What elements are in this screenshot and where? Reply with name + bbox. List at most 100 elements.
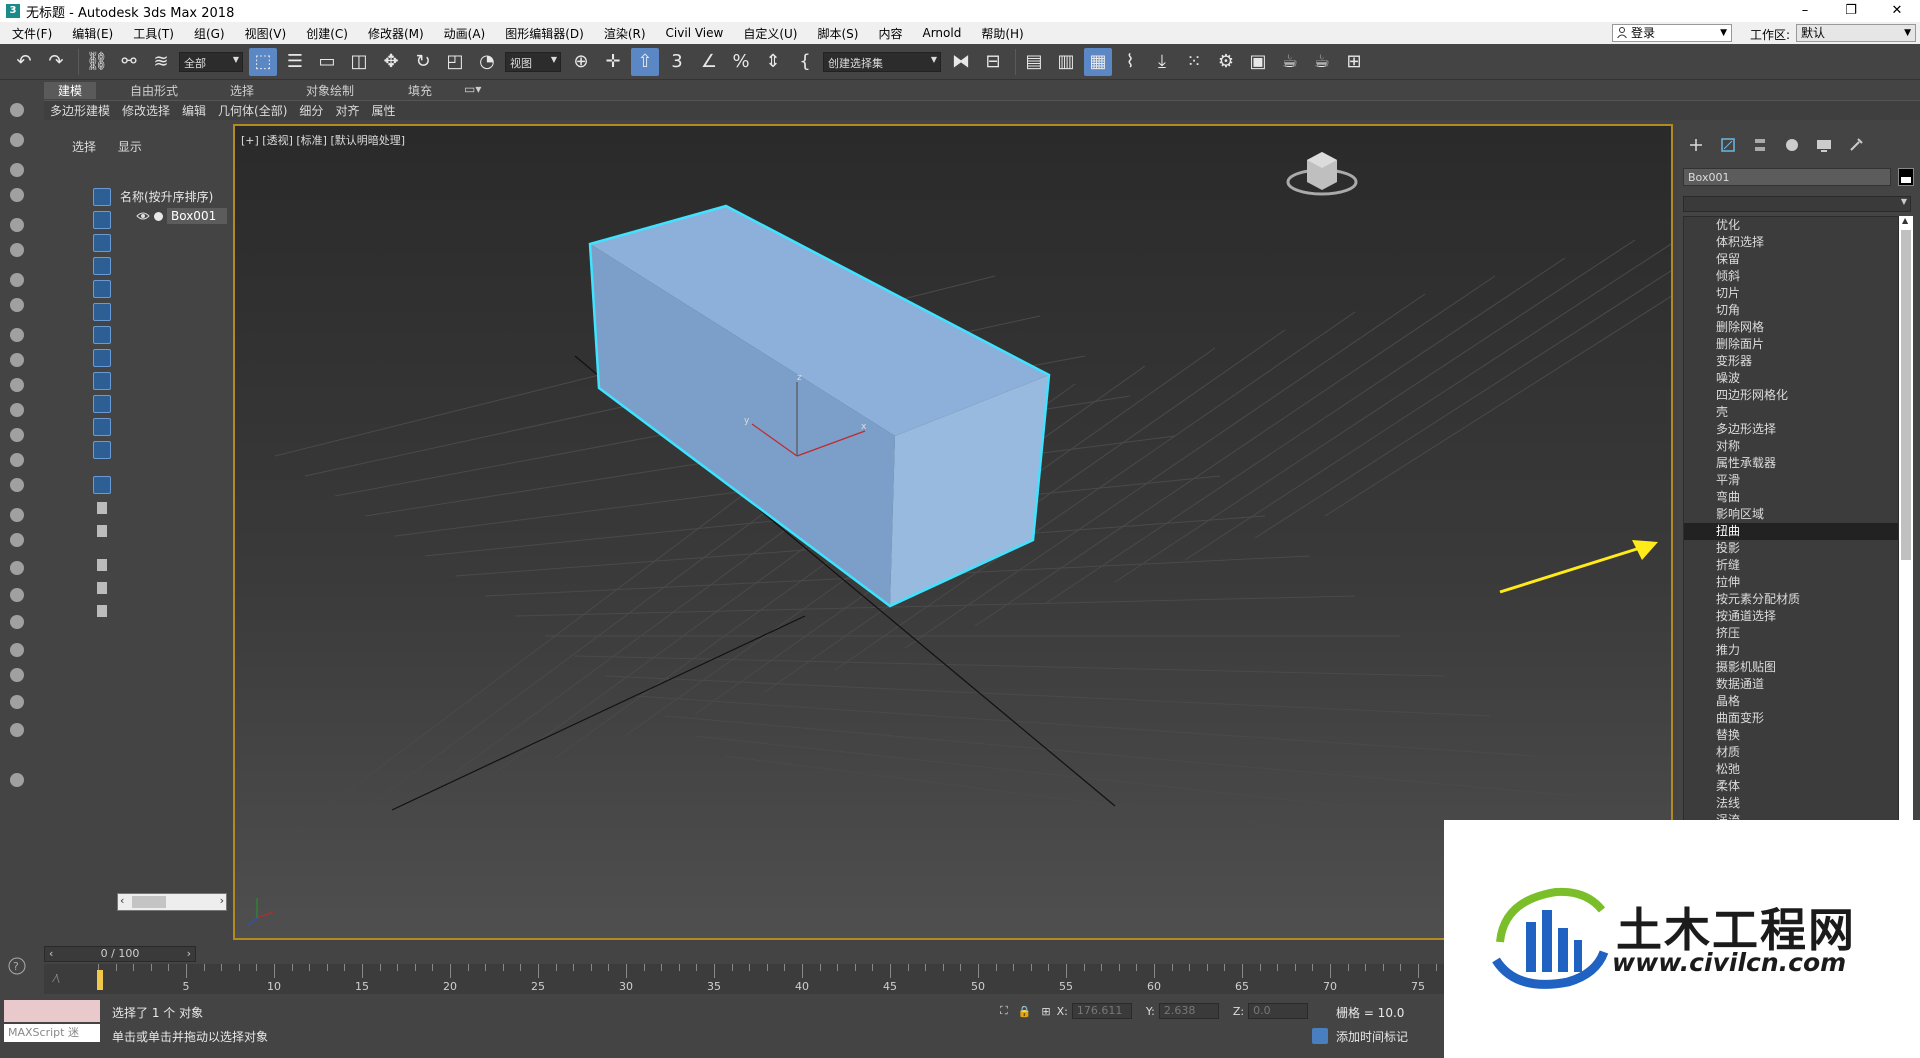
restore-button[interactable]: ❐ [1828, 0, 1874, 22]
undo-icon[interactable]: ↶ [10, 48, 38, 76]
figure-icon[interactable] [7, 558, 27, 578]
workspace-dropdown[interactable]: 默认 ▼ [1796, 24, 1916, 42]
modifier-list-dropdown[interactable]: ▼ [1683, 196, 1911, 212]
cylinder-icon[interactable] [7, 375, 27, 395]
login-dropdown[interactable]: 登录 ▼ [1612, 24, 1732, 42]
material-icon[interactable] [7, 720, 27, 740]
viewcube-icon[interactable] [1286, 152, 1358, 196]
tab-select[interactable]: 选择 [72, 140, 96, 154]
x-coordinate-field[interactable]: 176.611 [1071, 1003, 1132, 1019]
mirror-icon[interactable]: ⧓ [947, 48, 975, 76]
hidden-filter-icon[interactable] [93, 476, 111, 494]
modifier-list-item[interactable]: 四边形网格化 [1684, 387, 1898, 404]
modifier-list-item[interactable]: 数据通道 [1684, 676, 1898, 693]
object-name-box001[interactable]: Box001 [167, 208, 227, 224]
display-all-icon[interactable] [93, 188, 111, 206]
modifier-list-item[interactable]: 投影 [1684, 540, 1898, 557]
hierarchy-tab-icon[interactable] [1747, 134, 1773, 156]
render-production-icon[interactable]: ☕ [1276, 48, 1304, 76]
z-coordinate-field[interactable]: 0.0 [1248, 1003, 1309, 1019]
help-icon[interactable]: ? [7, 956, 27, 976]
time-tag-icon[interactable] [1312, 1028, 1328, 1044]
absolute-mode-icon[interactable]: ⊞ [1041, 1005, 1050, 1018]
modifier-list-item[interactable]: 推力 [1684, 642, 1898, 659]
render-iterative-icon[interactable]: ☕ [1308, 48, 1336, 76]
minimize-button[interactable]: – [1782, 0, 1828, 22]
scene-explorer-scrollbar[interactable]: ‹ › [117, 893, 227, 911]
scroll-up-icon[interactable]: ▲ [1902, 216, 1908, 225]
select-none-icon[interactable] [93, 522, 111, 540]
selection-filter-dropdown[interactable]: 全部 ▼ [179, 51, 243, 72]
modifier-list-item[interactable]: 倾斜 [1684, 268, 1898, 285]
place-icon[interactable]: ◔ [473, 48, 501, 76]
menu-item[interactable]: 创建(C) [296, 25, 358, 42]
modifier-list-item[interactable]: 弯曲 [1684, 489, 1898, 506]
select-object-icon[interactable]: ⬚ [249, 47, 277, 76]
modifier-list-item[interactable]: 体积选择 [1684, 234, 1898, 251]
time-slider-prev-icon[interactable]: ‹ [49, 947, 53, 961]
current-frame-marker[interactable] [97, 970, 103, 990]
utilities-tab-icon[interactable] [1843, 134, 1869, 156]
ribbon-options-icon[interactable]: ▭▾ [464, 82, 481, 96]
snap-toggle-icon[interactable]: 3 [663, 48, 691, 76]
torus-icon[interactable] [7, 400, 27, 420]
menu-item[interactable]: 渲染(R) [594, 25, 656, 42]
box001-mesh[interactable] [588, 204, 1051, 608]
modifier-list-item[interactable]: 折缝 [1684, 557, 1898, 574]
modifier-list-item[interactable]: 切角 [1684, 302, 1898, 319]
scroll-right-icon[interactable]: › [220, 894, 224, 907]
modifier-list-item[interactable]: 切片 [1684, 285, 1898, 302]
scale-icon[interactable]: ◰ [441, 48, 469, 76]
modifier-list-item[interactable]: 保留 [1684, 251, 1898, 268]
align-icon[interactable]: ⊟ [979, 48, 1007, 76]
window-crossing-icon[interactable]: ◫ [345, 48, 373, 76]
cloth-icon[interactable] [7, 665, 27, 685]
bone-filter-icon[interactable] [93, 395, 111, 413]
light-filter-icon[interactable] [93, 257, 111, 275]
sun-icon[interactable] [7, 450, 27, 470]
xref-filter-icon[interactable] [93, 372, 111, 390]
spacewarp-filter-icon[interactable] [93, 326, 111, 344]
perspective-viewport[interactable]: [+] [透视] [标准] [默认明暗处理] z y x [233, 124, 1673, 940]
group-filter-icon[interactable] [93, 349, 111, 367]
modifier-list-item[interactable]: 壳 [1684, 404, 1898, 421]
scene-object-row[interactable]: Box001 [120, 207, 228, 225]
object-name-field[interactable]: Box001 [1683, 168, 1891, 186]
named-selection-dropdown[interactable]: 创建选择集 ▼ [823, 51, 941, 72]
modifier-list-item[interactable]: 优化 [1684, 217, 1898, 234]
schematic-view-icon[interactable]: ⤓ [1148, 48, 1176, 76]
rendered-frame-window-icon[interactable]: ▣ [1244, 48, 1272, 76]
maxscript-listener[interactable] [4, 1000, 100, 1022]
angle-snap-icon[interactable]: ∠ [695, 48, 723, 76]
menu-item[interactable]: 帮助(H) [971, 25, 1033, 42]
ribbon-tab[interactable]: 建模 [44, 82, 97, 99]
scrollbar-thumb[interactable] [132, 896, 166, 908]
menu-item[interactable]: 图形编辑器(D) [495, 25, 594, 42]
container-filter-icon[interactable] [93, 418, 111, 436]
modifier-list-item[interactable]: 噪波 [1684, 370, 1898, 387]
ribbon-toggle-icon[interactable]: ▦ [1084, 47, 1112, 76]
pivot-center-icon[interactable]: ⊕ [567, 48, 595, 76]
isolate-selection-icon[interactable]: ⛶ [1000, 1004, 1008, 1018]
ribbon-panel-item[interactable]: 细分 [293, 102, 329, 119]
modifier-list-item[interactable]: 扭曲 [1684, 523, 1898, 540]
invert-selection-icon[interactable] [93, 556, 111, 574]
modifier-list-item[interactable]: 曲面变形 [1684, 710, 1898, 727]
ribbon-panel-item[interactable]: 编辑 [176, 102, 212, 119]
menu-item[interactable]: 文件(F) [0, 25, 62, 42]
rectangle-selection-icon[interactable]: ▭ [313, 48, 341, 76]
menu-item[interactable]: 自定义(U) [733, 25, 807, 42]
helper-icon[interactable] [7, 270, 27, 290]
ribbon-panel-item[interactable]: 多边形建模 [44, 102, 116, 119]
ribbon-tab[interactable]: 对象绘制 [306, 82, 354, 99]
modifier-list-item[interactable]: 替换 [1684, 727, 1898, 744]
link-icon[interactable]: ⛓ [83, 48, 111, 76]
object-color-swatch[interactable] [1898, 168, 1914, 186]
rotate-icon[interactable]: ↻ [409, 48, 437, 76]
brush-icon[interactable] [7, 530, 27, 550]
ribbon-panel-item[interactable]: 修改选择 [116, 102, 176, 119]
scene-icon[interactable] [7, 185, 27, 205]
globe-icon[interactable] [7, 585, 27, 605]
camera-icon[interactable] [7, 240, 27, 260]
tab-display[interactable]: 显示 [118, 140, 142, 154]
